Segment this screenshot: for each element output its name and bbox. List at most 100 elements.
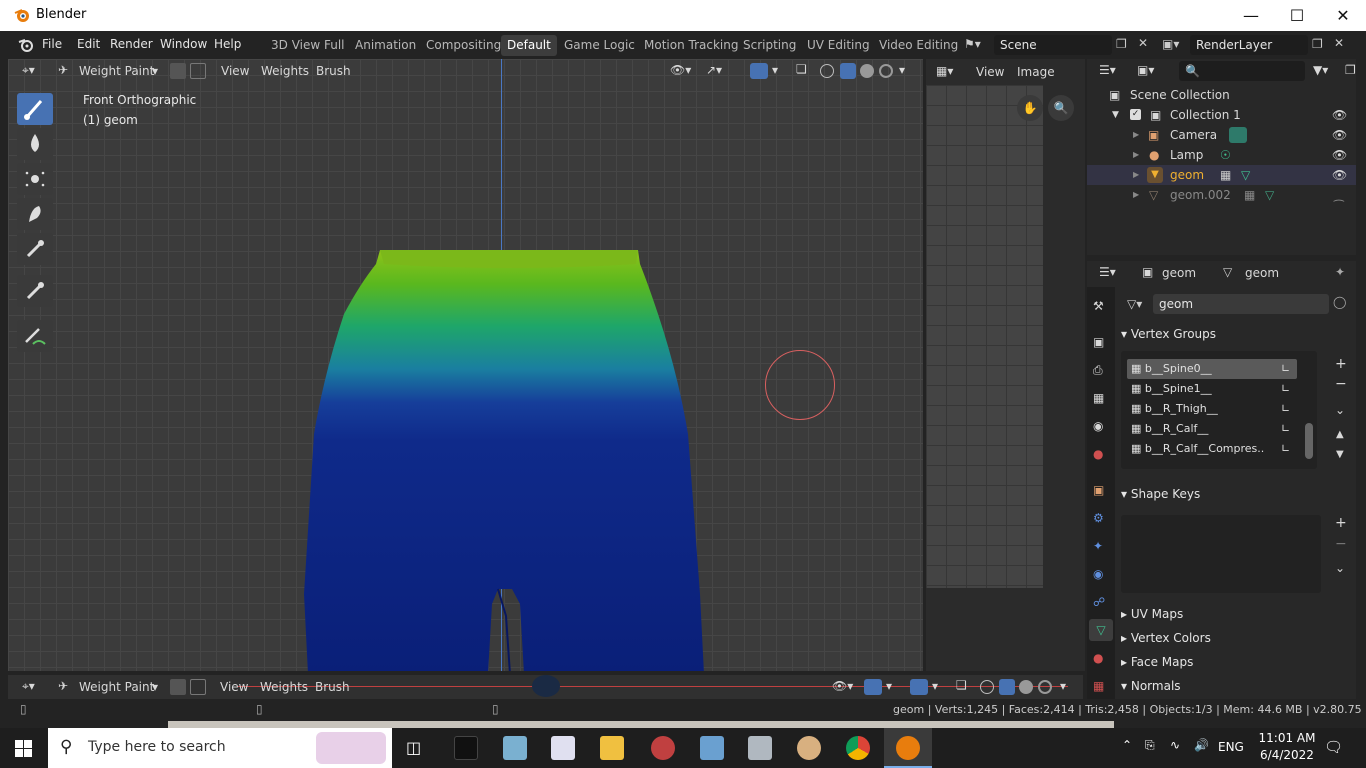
physics-tab-icon[interactable]: ◉ (1093, 567, 1103, 581)
modifier-tab-icon[interactable]: ⚙ (1093, 511, 1104, 525)
shape-key-specials-icon[interactable]: ⌄ (1335, 561, 1345, 575)
tab-video-editing[interactable]: Video Editing (873, 35, 964, 56)
vertex-colors-panel-header[interactable]: ▸ Vertex Colors (1121, 627, 1351, 649)
vertex-groups-panel-header[interactable]: ▾ Vertex Groups (1121, 323, 1351, 345)
visibility-icon[interactable]: 👁▾ (670, 63, 691, 77)
chrome-app-icon[interactable] (846, 736, 870, 760)
mesh-data-icon[interactable]: ▽ (1241, 165, 1250, 185)
scene-name-field[interactable]: Scene (994, 35, 1112, 55)
move-up-icon[interactable]: ▲ (1336, 429, 1344, 440)
mask-face-icon[interactable] (170, 679, 186, 695)
vertex-group-item[interactable]: ▦ b__Spine1__ ∟ (1127, 379, 1297, 399)
mode-dropdown-icon[interactable]: ▾ (152, 680, 158, 694)
clock-time[interactable]: 11:01 AM (1257, 731, 1317, 745)
volume-icon[interactable]: 🔊 (1194, 738, 1209, 752)
tool-sample-weight[interactable] (17, 233, 53, 265)
image-editor[interactable]: ▦▾ View Image ✋ 🔍 (926, 59, 1085, 671)
tab-uv-editing[interactable]: UV Editing (801, 35, 876, 56)
camera-data-icon[interactable] (1229, 127, 1247, 143)
overlay-toggle-icon[interactable] (910, 679, 928, 695)
pan-hand-icon[interactable]: ✋ (1017, 95, 1043, 121)
outliner-editor-icon[interactable]: ☰▾ (1099, 63, 1116, 77)
outliner-item-lamp[interactable]: ▶ ● Lamp ☉ 👁 (1087, 145, 1356, 165)
tab-3d-view-full[interactable]: 3D View Full (265, 35, 351, 56)
paint3d-app-icon[interactable] (651, 736, 675, 760)
outliner-options-icon[interactable]: ❐ (1345, 63, 1356, 77)
mask-vertex-icon[interactable] (190, 679, 206, 695)
overlay-toggle-icon[interactable] (750, 63, 768, 79)
media-player-icon[interactable] (551, 736, 575, 760)
material-shading-icon[interactable] (1019, 680, 1033, 694)
mode-selector[interactable]: Weight Paint (79, 680, 154, 694)
vertex-groups-icon[interactable]: ▦ (1244, 185, 1255, 205)
add-shape-key-button[interactable]: + (1335, 515, 1347, 531)
outliner-collection-1[interactable]: ▼ ✓ ▣ Collection 1 👁 (1087, 105, 1356, 125)
remove-shape-key-button[interactable]: − (1335, 536, 1347, 552)
rendered-shading-icon[interactable] (879, 64, 893, 78)
taskbar-search-box[interactable]: ⚲ Type here to search (48, 728, 392, 768)
mask-vertex-icon[interactable] (190, 63, 206, 79)
xray-icon[interactable]: ❏ (796, 62, 807, 76)
image-menu-image[interactable]: Image (1017, 65, 1055, 79)
mode-dropdown-icon[interactable]: ▾ (152, 64, 158, 78)
tool-tab-icon[interactable]: ⚒ (1093, 299, 1104, 313)
outliner-scene-collection[interactable]: ▣ Scene Collection (1087, 85, 1356, 105)
add-vertex-group-button[interactable]: + (1335, 356, 1347, 372)
wireframe-shading-icon[interactable] (980, 680, 994, 694)
wifi-icon[interactable]: ∿ (1170, 738, 1180, 752)
delete-layer-icon[interactable]: ✕ (1334, 36, 1344, 50)
expand-arrow-icon[interactable]: ▶ (1133, 165, 1139, 185)
properties-editor-icon[interactable]: ☰▾ (1099, 265, 1116, 279)
delete-scene-icon[interactable]: ✕ (1138, 36, 1148, 50)
list-scrollbar[interactable] (1305, 423, 1313, 459)
filter-icon[interactable]: ▼▾ (1313, 63, 1328, 77)
solid-shading-icon[interactable] (999, 679, 1015, 695)
eye-icon[interactable]: 👁 (1332, 125, 1347, 145)
wireframe-shading-icon[interactable] (820, 64, 834, 78)
vertex-group-item[interactable]: ▦ b__R_Calf__Compres.. ∟ (1127, 439, 1297, 459)
file-explorer-icon[interactable] (600, 736, 624, 760)
bottom-menu-view[interactable]: View (220, 680, 248, 694)
viewport-menu-view[interactable]: View (221, 64, 249, 78)
output-tab-icon[interactable]: ⎙ (1093, 363, 1103, 378)
image-viewer-icon[interactable] (748, 736, 772, 760)
rendered-shading-icon[interactable] (1038, 680, 1052, 694)
object-tab-icon[interactable]: ▣ (1093, 483, 1104, 497)
windows-start-icon[interactable] (15, 740, 32, 757)
eye-icon[interactable]: 👁 (1332, 165, 1347, 185)
material-tab-icon[interactable]: ● (1093, 651, 1103, 665)
pin-icon[interactable]: ✦ (1335, 265, 1345, 279)
outliner-item-camera[interactable]: ▶ ▣ Camera 👁 (1087, 125, 1356, 145)
scene-icon[interactable]: ⚑▾ (964, 37, 981, 51)
clock-date[interactable]: 6/4/2022 (1257, 748, 1317, 762)
constraints-tab-icon[interactable]: ☍ (1093, 595, 1105, 609)
scene-tab-icon[interactable]: ◉ (1093, 419, 1103, 433)
mask-face-icon[interactable] (170, 63, 186, 79)
lock-icon[interactable]: ∟ (1281, 419, 1290, 439)
overlay-dropdown-icon[interactable]: ▾ (772, 63, 778, 77)
tool-annotate[interactable] (17, 320, 53, 352)
lock-icon[interactable]: ∟ (1281, 439, 1290, 459)
solid-shading-icon[interactable] (840, 63, 856, 79)
remove-vertex-group-button[interactable]: − (1335, 376, 1347, 392)
bottom-menu-weights[interactable]: Weights (260, 680, 308, 694)
normals-panel-header[interactable]: ▾ Normals (1121, 675, 1351, 697)
outliner-search-field[interactable]: 🔍 (1179, 61, 1305, 81)
vertex-group-item[interactable]: ▦ b__R_Calf__ ∟ (1127, 419, 1297, 439)
gizmo-toggle-icon[interactable] (864, 679, 882, 695)
editor-type-icon[interactable]: ⌖▾ (22, 679, 35, 694)
render-tab-icon[interactable]: ▣ (1093, 335, 1104, 349)
tab-animation[interactable]: Animation (349, 35, 422, 56)
image-grid[interactable] (926, 85, 1043, 588)
overlay-dropdown-icon[interactable]: ▾ (932, 679, 938, 693)
visibility-icon[interactable]: 👁▾ (832, 679, 853, 693)
menu-render[interactable]: Render (110, 37, 153, 51)
vertex-groups-icon[interactable]: ▦ (1220, 165, 1231, 185)
lock-icon[interactable]: ∟ (1281, 359, 1290, 379)
mesh-data-tab-icon[interactable]: ▽ (1089, 619, 1113, 641)
menu-file[interactable]: File (42, 37, 62, 51)
expand-arrow-icon[interactable]: ▶ (1133, 125, 1139, 145)
shading-dropdown-icon[interactable]: ▾ (1060, 679, 1066, 693)
lamp-data-icon[interactable]: ☉ (1220, 145, 1231, 165)
outliner-item-geom[interactable]: ▶ ▼ geom ▦ ▽ 👁 (1087, 165, 1356, 185)
